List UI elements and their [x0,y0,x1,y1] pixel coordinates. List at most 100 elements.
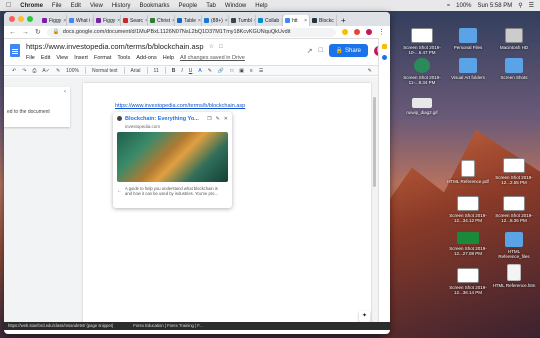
docs-menu-edit[interactable]: Edit [41,55,50,61]
arrow-left-icon[interactable]: ← [117,188,122,194]
menu-help[interactable]: Help [255,3,267,9]
desktop-item[interactable]: Screen Shot 2019-10-...6.47 PM [400,28,444,55]
document-title[interactable]: https://www.investopedia.com/terms/b/blo… [26,42,204,51]
docs-menu-tools[interactable]: Tools [117,55,130,61]
browser-tab[interactable]: Figgy × [40,15,67,26]
menubar-app-name[interactable]: Chrome [20,3,43,9]
activity-icon[interactable]: ↗ [307,47,313,55]
italic-button[interactable]: I [181,68,182,74]
docs-menu-view[interactable]: View [56,55,68,61]
browser-tab[interactable]: Blockc× [310,15,337,26]
list-icon[interactable]: ☰ [259,68,263,74]
close-tab-icon[interactable]: × [304,18,307,24]
browser-tab[interactable]: Searc × [121,15,148,26]
redo-icon[interactable]: ↷ [22,68,26,74]
battery-percent[interactable]: 100% [456,3,471,9]
copy-link-icon[interactable]: ❐ [207,116,211,122]
chevron-left-icon[interactable]: ‹ [64,89,66,95]
apple-icon[interactable]:  [6,2,11,9]
star-icon[interactable]: ☆ [209,43,214,50]
desktop-item[interactable]: Screen Shot 2019-12...38.14 PM [446,268,490,295]
tasks-icon[interactable] [382,55,387,60]
browser-tab[interactable]: Table × [175,15,202,26]
reload-icon[interactable]: ↻ [35,28,41,36]
menu-view[interactable]: View [90,3,103,9]
close-tab-icon[interactable]: × [198,18,201,24]
browser-tab[interactable]: htt × [283,15,310,26]
underline-button[interactable]: U [189,68,193,74]
keep-icon[interactable] [382,44,387,49]
docs-menu-file[interactable]: File [26,55,35,61]
desktop-item[interactable]: HTML Reference.pdf [446,160,490,184]
desktop-item[interactable]: Screen Shot 2019-12...34.12 PM [446,196,490,223]
extension-icon[interactable] [354,29,360,35]
docs-menu-addons[interactable]: Add-ons [136,55,157,61]
image-icon[interactable]: ▣ [239,68,244,74]
paint-format-icon[interactable]: ✎ [56,68,60,74]
browser-tab[interactable]: Tumbl× [229,15,256,26]
undo-icon[interactable]: ↶ [12,68,16,74]
text-color-button[interactable]: A [198,68,201,74]
new-tab-button[interactable]: + [337,15,350,26]
profile-avatar[interactable] [366,29,372,35]
menu-history[interactable]: History [112,3,131,9]
spellcheck-icon[interactable]: A✓ [42,68,50,74]
comment-icon[interactable]: □ [230,68,233,74]
edit-mode-icon[interactable]: ✎ [368,68,372,74]
desktop-item[interactable]: HTML Reference_files [492,232,536,259]
close-tab-icon[interactable]: × [117,18,120,24]
back-arrow-icon[interactable]: ← [9,29,16,36]
remove-link-icon[interactable]: ✕ [224,116,228,122]
docs-logo-icon[interactable] [10,44,20,57]
close-tab-icon[interactable]: × [63,18,66,24]
minimize-window-button[interactable] [18,16,24,22]
link-icon[interactable]: 🔗 [218,68,224,74]
desktop-item[interactable]: Screen Shot 2019-11-...8.34 PM [400,58,444,85]
close-window-button[interactable] [9,16,15,22]
browser-tab[interactable]: What i× [67,15,94,26]
share-button[interactable]: 🔒 Share [328,44,368,57]
search-icon[interactable]: ⚲ [518,2,522,9]
vertical-scrollbar[interactable] [373,97,376,187]
document-link[interactable]: https://www.investopedia.com/terms/b/blo… [115,103,245,109]
menu-people[interactable]: People [179,3,198,9]
wifi-icon[interactable]: ≈ [447,3,450,9]
docs-menu-insert[interactable]: Insert [74,55,88,61]
clock[interactable]: Sun 5:58 PM [478,3,513,9]
menu-window[interactable]: Window [225,3,246,9]
style-select[interactable]: Normal text [92,68,118,74]
browser-tab[interactable]: Collab× [256,15,283,26]
zoom-window-button[interactable] [27,16,33,22]
forward-arrow-icon[interactable]: → [22,29,29,36]
browser-tab[interactable]: Figgy × [94,15,121,26]
document-page[interactable]: https://www.investopedia.com/terms/b/blo… [83,83,371,326]
highlight-icon[interactable]: ✎ [208,68,212,74]
menu-list-icon[interactable]: ☰ [529,2,534,9]
desktop-item[interactable]: Macintosh HD [492,28,536,50]
more-menu-icon[interactable]: ⋮ [378,28,385,36]
align-icon[interactable]: ≡ [250,68,253,74]
desktop-item[interactable]: ruiwip_diag2.gif [400,98,444,115]
desktop-item[interactable]: Screen Shot 2019-12...8.36 PM [492,196,536,223]
extension-icon[interactable] [342,29,348,35]
bold-button[interactable]: B [172,68,176,74]
comments-icon[interactable]: □ [319,47,323,54]
desktop-item[interactable]: Screen Shots [492,58,536,80]
browser-tab[interactable]: Christ × [148,15,175,26]
move-folder-icon[interactable]: □ [219,44,223,50]
menu-edit[interactable]: Edit [71,3,81,9]
docs-menu-format[interactable]: Format [94,55,111,61]
menu-tab[interactable]: Tab [206,3,216,9]
saved-status[interactable]: All changes saved in Drive [180,55,245,61]
desktop-item[interactable]: Screen Shot 2019-12...2.55 PM [492,158,536,185]
font-size-select[interactable]: 11 [154,68,159,74]
desktop-item[interactable]: HTML Reference.htm [492,264,536,288]
link-preview-card[interactable]: Blockchain: Everything Yo... investopedi… [113,112,232,208]
menu-bookmarks[interactable]: Bookmarks [140,3,170,9]
zoom-select[interactable]: 100% [66,68,79,74]
desktop-item[interactable]: Personal Files [446,28,490,50]
menu-file[interactable]: File [52,3,62,9]
close-tab-icon[interactable]: × [225,18,228,24]
print-icon[interactable]: ⎙ [32,68,36,74]
edit-link-icon[interactable]: ✎ [216,116,220,122]
